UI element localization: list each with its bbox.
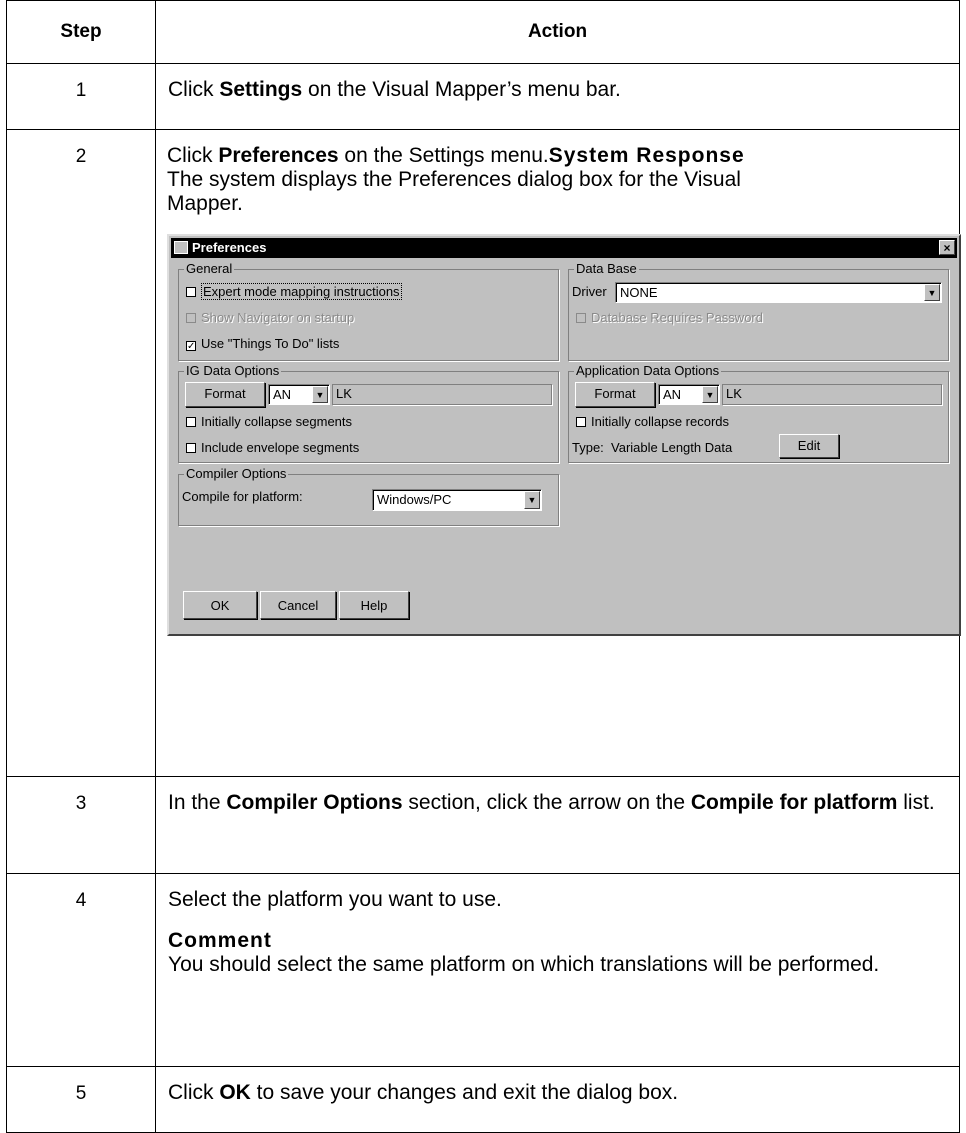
chevron-down-icon[interactable]: ▼ bbox=[524, 491, 540, 509]
action-cell: Click Preferences on the Settings menu.S… bbox=[155, 129, 961, 777]
database-group: Data Base Driver NONE ▼ Database Requires… bbox=[568, 262, 949, 361]
ig-lk-field[interactable]: LK bbox=[332, 384, 552, 405]
things-to-do-checkbox[interactable]: ✓ Use "Things To Do" lists bbox=[186, 336, 340, 352]
step-header: Step bbox=[6, 0, 156, 64]
action-text: Click bbox=[168, 78, 220, 101]
expert-mode-checkbox[interactable]: Expert mode mapping instructions bbox=[186, 283, 402, 300]
app-format-button[interactable]: Format bbox=[575, 382, 655, 407]
steps-table: Step Action 1 Click Settings on the Visu… bbox=[6, 0, 961, 1133]
show-navigator-label: Show Navigator on startup bbox=[201, 310, 355, 325]
help-button[interactable]: Help bbox=[339, 591, 409, 619]
close-button[interactable]: × bbox=[939, 240, 955, 255]
checkbox-box[interactable] bbox=[186, 287, 196, 297]
dialog-title: Preferences bbox=[192, 240, 267, 255]
table-header-row: Step Action bbox=[6, 0, 960, 64]
driver-value: NONE bbox=[620, 285, 658, 300]
step-number: 1 bbox=[6, 63, 156, 130]
ig-collapse-label: Initially collapse segments bbox=[201, 414, 353, 429]
envelope-checkbox[interactable]: Include envelope segments bbox=[186, 441, 359, 455]
driver-select[interactable]: NONE ▼ bbox=[615, 282, 942, 303]
table-row: 1 Click Settings on the Visual Mapper’s … bbox=[6, 63, 960, 130]
action-cell: Click Settings on the Visual Mapper’s me… bbox=[155, 63, 960, 130]
action-cell: In the Compiler Options section, click t… bbox=[155, 776, 960, 874]
app-type-value: AN bbox=[663, 387, 682, 402]
action-keyword: Settings bbox=[219, 78, 303, 101]
response-text: The system displays the Preferences dial… bbox=[167, 168, 741, 215]
action-cell: Select the platform you want to use. Com… bbox=[155, 873, 960, 1067]
chevron-down-icon[interactable]: ▼ bbox=[312, 386, 328, 403]
app-data-legend: Application Data Options bbox=[574, 363, 722, 378]
action-text: to save your changes and exit the dialog… bbox=[250, 1081, 679, 1104]
step-number: 2 bbox=[6, 129, 156, 777]
checkbox-box[interactable] bbox=[576, 417, 586, 427]
action-keyword: OK bbox=[219, 1081, 251, 1104]
checkbox-box[interactable] bbox=[186, 443, 196, 453]
checkbox-box bbox=[576, 313, 586, 323]
compile-platform-select[interactable]: Windows/PC ▼ bbox=[372, 489, 542, 511]
action-text: on the Visual Mapper’s menu bar. bbox=[302, 78, 621, 101]
database-legend: Data Base bbox=[574, 261, 639, 276]
app-type-select[interactable]: AN ▼ bbox=[658, 384, 720, 405]
action-text: Click bbox=[168, 1081, 220, 1104]
chevron-down-icon[interactable]: ▼ bbox=[702, 386, 718, 403]
table-row: 4 Select the platform you want to use. C… bbox=[6, 873, 960, 1067]
response-title: System Response bbox=[548, 144, 745, 167]
action-text: section, click the arrow on the bbox=[402, 791, 691, 814]
checkbox-box[interactable]: ✓ bbox=[186, 341, 196, 352]
compiler-options-group: Compiler Options Compile for platform: W… bbox=[178, 467, 559, 526]
table-row: 3 In the Compiler Options section, click… bbox=[6, 776, 960, 874]
app-collapse-label: Initially collapse records bbox=[591, 414, 730, 429]
step-number: 3 bbox=[6, 776, 156, 874]
ok-button[interactable]: OK bbox=[183, 591, 257, 619]
ig-data-options-group: IG Data Options Format AN ▼ LK Initially … bbox=[178, 364, 559, 463]
step-number: 5 bbox=[6, 1066, 156, 1133]
action-text: Select the platform you want to use. bbox=[168, 888, 502, 911]
db-password-checkbox: Database Requires Password bbox=[576, 311, 763, 325]
checkbox-box bbox=[186, 313, 196, 323]
ig-format-button[interactable]: Format bbox=[185, 382, 265, 407]
driver-label: Driver bbox=[572, 284, 607, 299]
ig-collapse-checkbox[interactable]: Initially collapse segments bbox=[186, 415, 352, 429]
action-header: Action bbox=[155, 0, 960, 64]
comment-title: Comment bbox=[168, 929, 272, 952]
cancel-button[interactable]: Cancel bbox=[260, 591, 336, 619]
chevron-down-icon[interactable]: ▼ bbox=[924, 284, 940, 301]
general-legend: General bbox=[184, 261, 235, 276]
show-navigator-checkbox: Show Navigator on startup bbox=[186, 311, 354, 325]
action-keyword: Preferences bbox=[218, 144, 339, 167]
action-keyword: Compile for platform bbox=[690, 791, 898, 814]
type-label: Type: Variable Length Data bbox=[572, 440, 733, 455]
ig-type-select[interactable]: AN ▼ bbox=[268, 384, 330, 405]
action-text: list. bbox=[897, 791, 935, 814]
table-row: 2 Click Preferences on the Settings menu… bbox=[6, 129, 961, 777]
envelope-label: Include envelope segments bbox=[201, 440, 360, 455]
compile-platform-label: Compile for platform: bbox=[182, 489, 303, 504]
table-row: 5 Click OK to save your changes and exit… bbox=[6, 1066, 960, 1133]
action-keyword: Compiler Options bbox=[226, 791, 403, 814]
expert-mode-label: Expert mode mapping instructions bbox=[201, 283, 402, 300]
edit-button[interactable]: Edit bbox=[779, 434, 839, 458]
app-collapse-checkbox[interactable]: Initially collapse records bbox=[576, 415, 729, 429]
action-text: In the bbox=[168, 791, 227, 814]
application-data-options-group: Application Data Options Format AN ▼ LK I… bbox=[568, 364, 949, 463]
compiler-legend: Compiler Options bbox=[184, 466, 289, 481]
preferences-dialog: Preferences × General Expert mode mappin… bbox=[167, 234, 961, 636]
general-group: General Expert mode mapping instructions… bbox=[178, 262, 559, 361]
compile-platform-value: Windows/PC bbox=[377, 492, 452, 507]
things-to-do-label: Use "Things To Do" lists bbox=[201, 336, 340, 351]
app-lk-field[interactable]: LK bbox=[722, 384, 942, 405]
dialog-title-bar: Preferences × bbox=[171, 238, 957, 258]
action-text: Click bbox=[167, 144, 219, 167]
ig-data-legend: IG Data Options bbox=[184, 363, 282, 378]
db-password-label: Database Requires Password bbox=[591, 310, 763, 325]
action-text: on the Settings menu. bbox=[338, 144, 549, 167]
checkbox-box[interactable] bbox=[186, 417, 196, 427]
action-cell: Click OK to save your changes and exit t… bbox=[155, 1066, 960, 1133]
comment-text: You should select the same platform on w… bbox=[168, 953, 880, 976]
system-menu-icon[interactable] bbox=[174, 241, 188, 254]
ig-type-value: AN bbox=[273, 387, 292, 402]
step-number: 4 bbox=[6, 873, 156, 1067]
